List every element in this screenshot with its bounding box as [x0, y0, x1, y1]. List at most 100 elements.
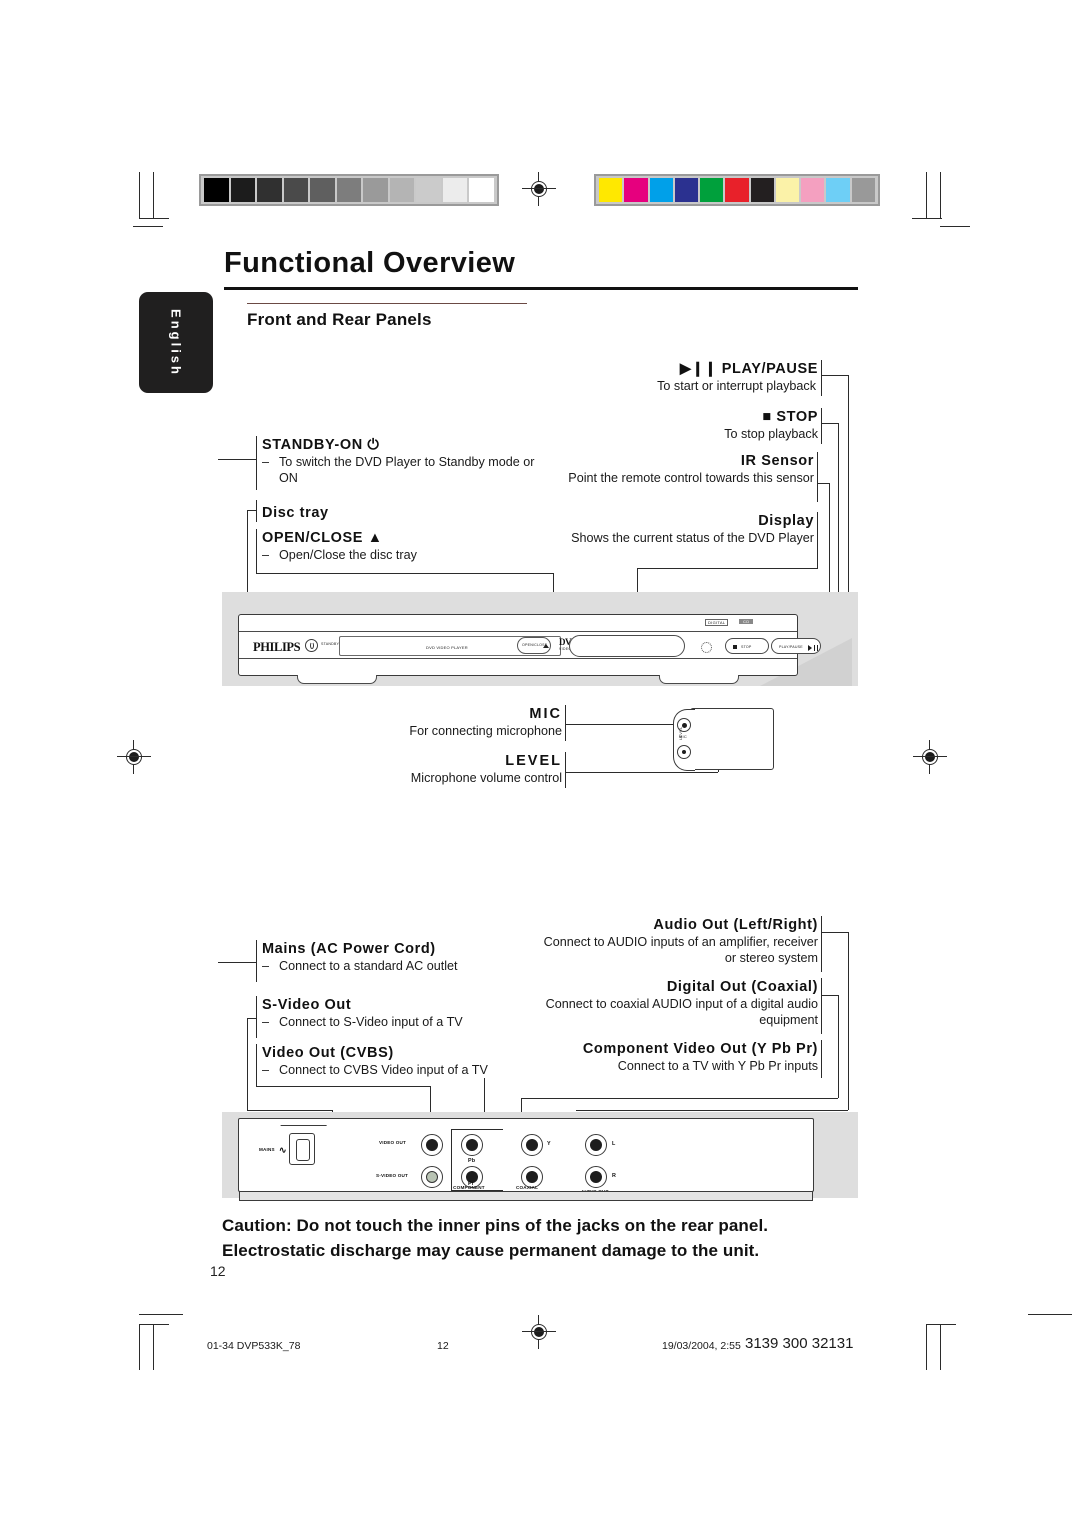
registration-mark-bottom [522, 1315, 556, 1349]
play-pause-button-label: PLAY/PAUSE [779, 644, 803, 649]
callout-s-video-out-text: Connect to S-Video input of a TV [279, 1015, 463, 1029]
video-out-jack[interactable] [421, 1134, 443, 1156]
tick-standby-on [256, 436, 257, 490]
callout-play-pause-title: ▶❙❙ PLAY/PAUSE [679, 361, 818, 377]
leader-audio-v [848, 932, 849, 1110]
level-knob[interactable] [677, 745, 691, 759]
leader-mains-h [218, 962, 256, 963]
tick-digital-out [821, 978, 822, 1034]
callout-s-video-out-desc: – Connect to S-Video input of a TV [262, 1014, 562, 1030]
leader-play-pause-h [821, 375, 848, 376]
page-title: Functional Overview [224, 247, 516, 279]
callout-open-close-text: Open/Close the disc tray [279, 548, 417, 562]
callout-open-close-desc: – Open/Close the disc tray [262, 547, 552, 563]
callout-open-close: OPEN/CLOSE ▲ – Open/Close the disc tray [262, 529, 552, 563]
grayscale-swatch [442, 178, 468, 202]
grayscale-swatch [389, 178, 415, 202]
play-pause-button[interactable]: PLAY/PAUSE [771, 638, 821, 654]
tick-mic [565, 705, 566, 741]
mains-socket[interactable] [289, 1133, 315, 1165]
leader-audio-h [821, 932, 848, 933]
y-jack[interactable] [521, 1134, 543, 1156]
callout-video-out-cvbs: Video Out (CVBS) – Connect to CVBS Video… [262, 1044, 572, 1078]
callout-level: LEVEL Microphone volume control [330, 752, 562, 786]
rear-panel-illustration: MAINS ∿ VIDEO OUT S-VIDEO OUT Pb Pr COMP… [238, 1118, 814, 1201]
callout-digital-out: Digital Out (Coaxial) Connect to coaxial… [540, 978, 818, 1028]
callout-stop-title: ■ STOP [762, 409, 818, 425]
callout-s-video-out: S-Video Out – Connect to S-Video input o… [262, 996, 562, 1030]
leader-openclose-h [256, 573, 553, 574]
grayscale-swatch [283, 178, 309, 202]
grayscale-swatch [416, 178, 441, 202]
color-swatch [700, 178, 724, 202]
footer-code: 3139 300 32131 [745, 1335, 854, 1352]
front-foot-right [659, 675, 739, 684]
front-panel-illustration: DIGITAL CD PHILIPS STANDBY-ON DVD VIDEO … [238, 614, 821, 684]
tick-video-out [256, 1044, 257, 1086]
tick-audio-out [821, 916, 822, 972]
color-swatch [851, 178, 875, 202]
dash-glyph-3: – [262, 959, 270, 973]
grayscale-calibration-bar [199, 174, 499, 206]
tick-component [821, 1040, 822, 1078]
callout-standby-on: STANDBY-ON ⏻ – To switch the DVD Player … [262, 436, 552, 486]
callout-digital-out-desc: Connect to coaxial AUDIO input of a digi… [545, 997, 818, 1027]
ir-sensor-window [701, 642, 712, 653]
color-swatch [775, 178, 800, 202]
tick-disc-tray [256, 500, 257, 522]
front-top-bezel: DIGITAL CD [239, 615, 797, 632]
callout-audio-out-desc: Connect to AUDIO inputs of an amplifier,… [543, 935, 818, 965]
callout-disc-tray-title: Disc tray [262, 505, 329, 521]
callout-mains-desc: – Connect to a standard AC outlet [262, 958, 562, 974]
registration-mark-left [117, 740, 151, 774]
leader-stop-h [821, 423, 838, 424]
level-knob-label: LEVEL [678, 726, 683, 740]
grayscale-swatch [336, 178, 362, 202]
callout-mains-text: Connect to a standard AC outlet [279, 959, 458, 973]
footer-rule-left [139, 1314, 183, 1315]
caution-line-2: Electrostatic discharge may cause perman… [222, 1241, 760, 1260]
footer-rule-right [1028, 1314, 1072, 1315]
callout-level-title: LEVEL [505, 753, 562, 769]
footer-filename: 01-34 DVP533K_78 [207, 1340, 301, 1352]
grayscale-swatch [230, 178, 256, 202]
philips-logo: PHILIPS [253, 640, 301, 654]
callout-open-close-title: OPEN/CLOSE ▲ [262, 530, 383, 546]
grayscale-swatch [469, 178, 495, 202]
callout-standby-on-title: STANDBY-ON ⏻ [262, 437, 380, 453]
stop-button[interactable]: STOP [725, 638, 769, 654]
tick-stop [821, 408, 822, 444]
dash-glyph-5: – [262, 1063, 270, 1077]
callout-mic-desc: For connecting microphone [409, 724, 562, 738]
leader-ir-h [817, 483, 829, 484]
tick-level [565, 752, 566, 788]
pb-jack[interactable] [461, 1134, 483, 1156]
caution-text: Caution: Do not touch the inner pins of … [222, 1213, 862, 1263]
ac-wave-icon: ∿ [279, 1145, 287, 1155]
open-close-button[interactable]: OPEN/CLOSE [517, 637, 551, 654]
callout-video-out-cvbs-desc: – Connect to CVBS Video input of a TV [262, 1062, 572, 1078]
color-swatch [826, 178, 850, 202]
callout-mic: MIC For connecting microphone [330, 705, 562, 739]
callout-digital-out-title: Digital Out (Coaxial) [666, 979, 818, 995]
callout-video-out-cvbs-text: Connect to CVBS Video input of a TV [279, 1063, 488, 1077]
callout-display: Display Shows the current status of the … [548, 512, 814, 546]
leader-svideo-v [247, 1018, 248, 1110]
power-icon [309, 642, 314, 649]
leader-digital-h [821, 995, 838, 996]
tick-play-pause [821, 360, 822, 396]
trim-line-right [940, 226, 970, 227]
color-swatch [624, 178, 648, 202]
audio-left-jack[interactable] [585, 1134, 607, 1156]
callout-ir-sensor-desc: Point the remote control towards this se… [568, 471, 814, 485]
s-video-out-jack[interactable] [421, 1166, 443, 1188]
callout-audio-out-title: Audio Out (Left/Right) [653, 917, 818, 933]
callout-ir-sensor-title: IR Sensor [740, 453, 814, 469]
audio-right-jack[interactable] [585, 1166, 607, 1188]
front-foot-left [297, 675, 377, 684]
mains-socket-inner [296, 1139, 310, 1161]
leader-level-h [565, 772, 718, 773]
dash-glyph: – [262, 455, 270, 469]
language-tab: English [139, 292, 213, 393]
dash-glyph-2: – [262, 548, 270, 562]
